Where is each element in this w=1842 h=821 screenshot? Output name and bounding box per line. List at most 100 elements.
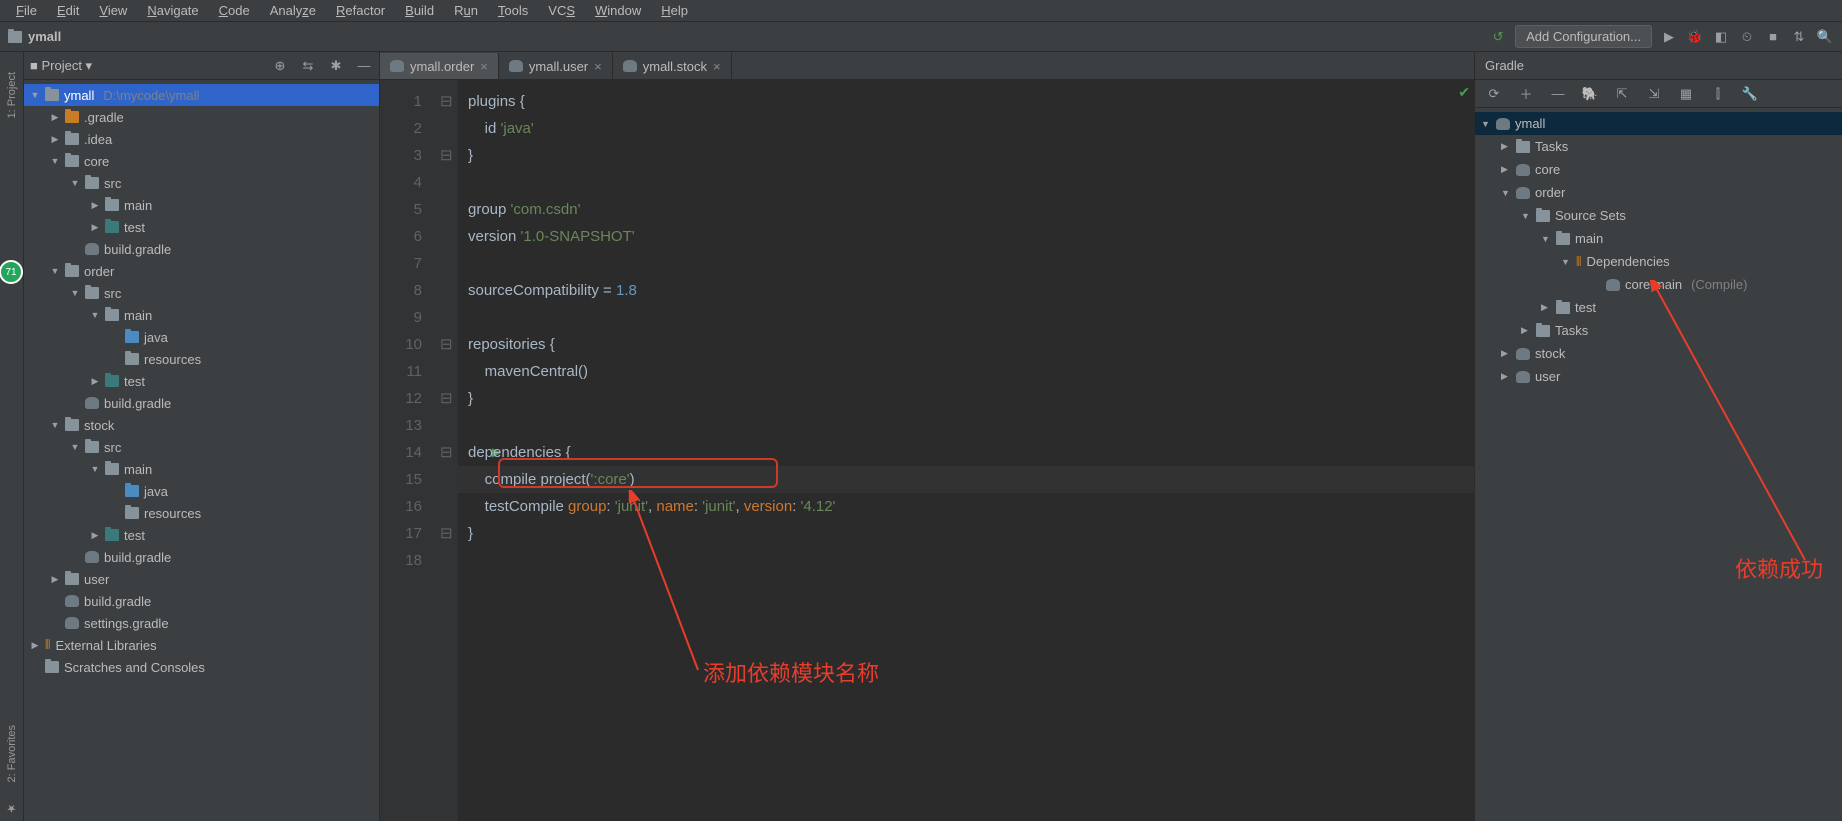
tree-order-main[interactable]: ▼main [24, 304, 379, 326]
tree-stock-resources[interactable]: resources [24, 502, 379, 524]
tree-core-build[interactable]: build.gradle [24, 238, 379, 260]
add-configuration-button[interactable]: Add Configuration... [1515, 25, 1652, 48]
menu-analyze[interactable]: Analyze [262, 1, 324, 20]
settings-icon[interactable]: ✱ [327, 57, 345, 75]
menu-window[interactable]: Window [587, 1, 649, 20]
tree-order[interactable]: ▼order [24, 260, 379, 282]
tree-settings[interactable]: settings.gradle [24, 612, 379, 634]
menu-navigate[interactable]: Navigate [139, 1, 206, 20]
close-icon[interactable]: × [480, 59, 488, 74]
menu-edit[interactable]: Edit [49, 1, 87, 20]
coverage-icon[interactable]: ◧ [1712, 28, 1730, 46]
update-icon[interactable]: ⇅ [1790, 28, 1808, 46]
gradle-title: Gradle [1485, 58, 1524, 73]
gradle-dependencies[interactable]: ▼⫴Dependencies [1475, 250, 1842, 273]
marker-column: ⊟ ⊟ ⊟ ⊟ ⊟ ⊟ [440, 80, 458, 821]
menu-tools[interactable]: Tools [490, 1, 536, 20]
menu-refactor[interactable]: Refactor [328, 1, 393, 20]
run-task-icon[interactable]: 🐘 [1581, 85, 1599, 103]
tree-external-libs[interactable]: ▶⫴External Libraries [24, 634, 379, 656]
gradle-panel: Gradle ⟳ ＋ — 🐘 ⇱ ⇲ ▦ ⫿ 🔧 ▼ymall ▶Tasks ▶… [1474, 52, 1842, 821]
tree-stock[interactable]: ▼stock [24, 414, 379, 436]
tree-root-build[interactable]: build.gradle [24, 590, 379, 612]
tab-ymall-order[interactable]: ymall.order× [380, 53, 499, 79]
locate-icon[interactable]: ⊕ [271, 57, 289, 75]
gradle-main[interactable]: ▼main [1475, 227, 1842, 250]
tree-user[interactable]: ▶user [24, 568, 379, 590]
tree-core-test[interactable]: ▶test [24, 216, 379, 238]
gradle-core[interactable]: ▶core [1475, 158, 1842, 181]
project-tree[interactable]: ▼ ymallD:\mycode\ymall ▶.gradle ▶.idea ▼… [24, 80, 379, 821]
project-view-selector[interactable]: ■ Project ▾ [30, 58, 92, 74]
project-tool-tab[interactable]: 1: Project [6, 72, 18, 118]
offline-icon[interactable]: ▦ [1677, 85, 1695, 103]
editor-tabs: ymall.order× ymall.user× ymall.stock× [380, 52, 1474, 80]
gradle-root-tasks[interactable]: ▶Tasks [1475, 135, 1842, 158]
close-icon[interactable]: × [594, 59, 602, 74]
notification-badge[interactable]: 71 [0, 260, 23, 284]
tree-stock-java[interactable]: java [24, 480, 379, 502]
tree-stock-test[interactable]: ▶test [24, 524, 379, 546]
line-gutter: 123456789 101112131415161718 [380, 80, 440, 821]
debug-icon[interactable]: 🐞 [1686, 28, 1704, 46]
collapse-icon[interactable]: ⇆ [299, 57, 317, 75]
tree-core-src[interactable]: ▼src [24, 172, 379, 194]
gradle-source-sets[interactable]: ▼Source Sets [1475, 204, 1842, 227]
menu-vcs[interactable]: VCS [540, 1, 583, 20]
editor-area: ymall.order× ymall.user× ymall.stock× ✔ … [380, 52, 1474, 821]
tree-order-build[interactable]: build.gradle [24, 392, 379, 414]
tree-stock-src[interactable]: ▼src [24, 436, 379, 458]
gradle-test[interactable]: ▶test [1475, 296, 1842, 319]
gradle-tree[interactable]: ▼ymall ▶Tasks ▶core ▼order ▼Source Sets … [1475, 108, 1842, 392]
tree-order-java[interactable]: java [24, 326, 379, 348]
menu-help[interactable]: Help [653, 1, 696, 20]
current-line[interactable]: compile project(':core') [458, 466, 1474, 493]
gradle-order[interactable]: ▼order [1475, 181, 1842, 204]
search-icon[interactable]: 🔍 [1816, 28, 1834, 46]
tree-order-resources[interactable]: resources [24, 348, 379, 370]
gradle-settings-icon[interactable]: 🔧 [1741, 85, 1759, 103]
menu-file[interactable]: FFileile [8, 1, 45, 20]
menu-run[interactable]: Run [446, 1, 486, 20]
tree-order-test[interactable]: ▶test [24, 370, 379, 392]
tree-stock-build[interactable]: build.gradle [24, 546, 379, 568]
favorites-tool-tab[interactable]: 2: Favorites [6, 725, 18, 782]
tree-gradle[interactable]: ▶.gradle [24, 106, 379, 128]
tree-stock-main[interactable]: ▼main [24, 458, 379, 480]
gradle-user[interactable]: ▶user [1475, 365, 1842, 388]
gradle-order-tasks[interactable]: ▶Tasks [1475, 319, 1842, 342]
gradle-toolbar: ⟳ ＋ — 🐘 ⇱ ⇲ ▦ ⫿ 🔧 [1475, 80, 1842, 108]
build-icon[interactable]: ↺ [1489, 28, 1507, 46]
gradle-core-main-dep[interactable]: core:main(Compile) [1475, 273, 1842, 296]
navigation-bar: ymall ↺ Add Configuration... ▶ 🐞 ◧ ⏲ ■ ⇅… [0, 22, 1842, 52]
expand-icon[interactable]: ⇱ [1613, 85, 1631, 103]
menu-view[interactable]: View [91, 1, 135, 20]
annotation-right-label: 依赖成功 [1735, 552, 1823, 584]
gradle-root[interactable]: ▼ymall [1475, 112, 1842, 135]
tree-core[interactable]: ▼core [24, 150, 379, 172]
breadcrumb-root[interactable]: ymall [28, 29, 61, 44]
hide-icon[interactable]: — [355, 57, 373, 75]
collapse-all-icon[interactable]: ⇲ [1645, 85, 1663, 103]
code-editor[interactable]: 123456789 101112131415161718 ⊟ ⊟ ⊟ ⊟ ⊟ ⊟… [380, 80, 1474, 821]
remove-icon[interactable]: — [1549, 85, 1567, 103]
tree-order-src[interactable]: ▼src [24, 282, 379, 304]
annotation-left-label: 添加依赖模块名称 [703, 660, 879, 687]
tab-ymall-stock[interactable]: ymall.stock× [613, 53, 732, 79]
refresh-icon[interactable]: ⟳ [1485, 85, 1503, 103]
tree-idea[interactable]: ▶.idea [24, 128, 379, 150]
tree-scratches[interactable]: Scratches and Consoles [24, 656, 379, 678]
add-icon[interactable]: ＋ [1517, 85, 1535, 103]
tree-core-main[interactable]: ▶main [24, 194, 379, 216]
tree-root[interactable]: ▼ ymallD:\mycode\ymall [24, 84, 379, 106]
run-icon[interactable]: ▶ [1660, 28, 1678, 46]
auto-import-icon[interactable]: ⫿ [1709, 85, 1727, 103]
tab-ymall-user[interactable]: ymall.user× [499, 53, 613, 79]
menu-build[interactable]: Build [397, 1, 442, 20]
gradle-stock[interactable]: ▶stock [1475, 342, 1842, 365]
project-panel: ■ Project ▾ ⊕ ⇆ ✱ — ▼ ymallD:\mycode\yma… [24, 52, 380, 821]
stop-icon[interactable]: ■ [1764, 28, 1782, 46]
close-icon[interactable]: × [713, 59, 721, 74]
profile-icon[interactable]: ⏲ [1738, 28, 1756, 46]
menu-code[interactable]: Code [211, 1, 258, 20]
